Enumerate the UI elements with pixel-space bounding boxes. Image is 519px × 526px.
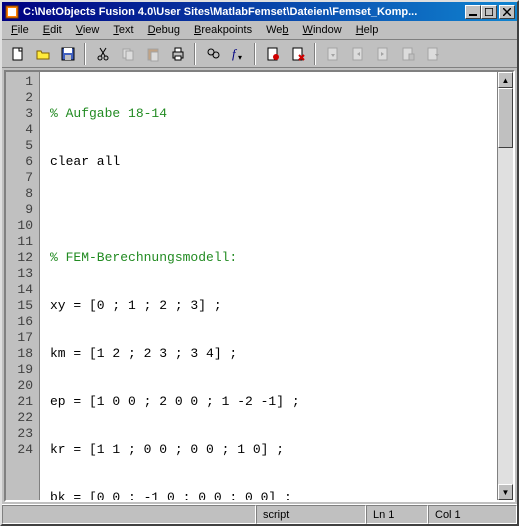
editor-area: 1234 5678 9101112 13141516 17181920 2122… [4, 70, 515, 502]
print-button[interactable] [166, 43, 189, 65]
scroll-thumb[interactable] [498, 88, 513, 148]
status-message [2, 505, 256, 524]
menu-web[interactable]: Web [259, 22, 295, 38]
menu-debug[interactable]: Debug [141, 22, 187, 38]
cut-button[interactable] [91, 43, 114, 65]
minimize-button[interactable] [465, 5, 481, 19]
scroll-down-button[interactable]: ▼ [498, 484, 513, 500]
function-button[interactable]: f▾ [226, 43, 249, 65]
window-controls [465, 5, 515, 19]
menu-breakpoints[interactable]: Breakpoints [187, 22, 259, 38]
maximize-button[interactable] [481, 5, 497, 19]
toolbar-separator [254, 43, 256, 65]
save-button[interactable] [56, 43, 79, 65]
set-breakpoint-button[interactable] [261, 43, 284, 65]
svg-text:▾: ▾ [238, 53, 242, 62]
status-col: Col 1 [428, 505, 517, 524]
toolbar-separator [314, 43, 316, 65]
menu-view[interactable]: View [69, 22, 107, 38]
toolbar-separator [194, 43, 196, 65]
menu-edit[interactable]: Edit [36, 22, 69, 38]
copy-button[interactable] [116, 43, 139, 65]
line-gutter: 1234 5678 9101112 13141516 17181920 2122… [6, 72, 40, 500]
clear-breakpoint-button[interactable] [286, 43, 309, 65]
code-editor[interactable]: % Aufgabe 18-14 clear all % FEM-Berechnu… [40, 72, 497, 500]
statusbar: script Ln 1 Col 1 [2, 504, 517, 524]
menubar: File Edit View Text Debug Breakpoints We… [2, 21, 517, 40]
step-button[interactable] [321, 43, 344, 65]
continue-button[interactable] [396, 43, 419, 65]
scroll-up-button[interactable]: ▲ [498, 72, 513, 88]
toolbar-separator [84, 43, 86, 65]
open-file-button[interactable] [31, 43, 54, 65]
app-icon [4, 4, 20, 20]
step-in-button[interactable] [346, 43, 369, 65]
status-type: script [256, 505, 366, 524]
exit-debug-button[interactable] [421, 43, 444, 65]
menu-file[interactable]: File [4, 22, 36, 38]
paste-button[interactable] [141, 43, 164, 65]
titlebar: C:\NetObjects Fusion 4.0\User Sites\Matl… [2, 2, 517, 21]
status-line: Ln 1 [366, 505, 428, 524]
window-title: C:\NetObjects Fusion 4.0\User Sites\Matl… [23, 6, 465, 18]
menu-window[interactable]: Window [296, 22, 349, 38]
scroll-track[interactable] [498, 88, 513, 484]
vertical-scrollbar[interactable]: ▲ ▼ [497, 72, 513, 500]
menu-text[interactable]: Text [106, 22, 140, 38]
close-button[interactable] [499, 5, 515, 19]
toolbar: f▾ [2, 40, 517, 68]
step-out-button[interactable] [371, 43, 394, 65]
new-file-button[interactable] [6, 43, 29, 65]
app-window: C:\NetObjects Fusion 4.0\User Sites\Matl… [0, 0, 519, 526]
find-button[interactable] [201, 43, 224, 65]
menu-help[interactable]: Help [349, 22, 386, 38]
